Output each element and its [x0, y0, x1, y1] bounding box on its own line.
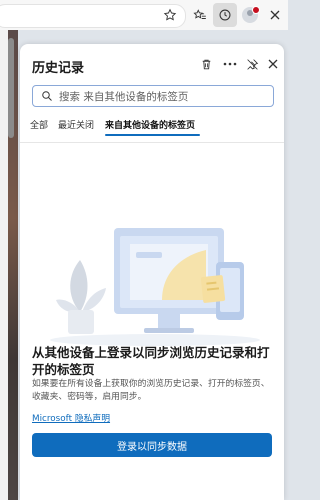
close-icon[interactable] [263, 3, 287, 27]
pin-off-icon[interactable] [242, 54, 262, 74]
sync-devices-illustration [50, 228, 260, 346]
sign-in-to-sync-button[interactable]: 登录以同步数据 [32, 433, 272, 457]
favorites-icon[interactable] [188, 3, 212, 27]
more-icon[interactable] [220, 54, 240, 74]
history-panel: 历史记录 搜索 来自其他设备的标签页 全部 最近关闭 来自其他设备的标签页 从其… [20, 44, 284, 500]
tab-recently-closed[interactable]: 最近关闭 [58, 118, 94, 131]
history-icon[interactable] [213, 3, 237, 27]
profile-avatar[interactable] [238, 3, 262, 27]
search-placeholder: 搜索 来自其他设备的标签页 [59, 91, 189, 103]
active-tab-indicator [105, 134, 200, 136]
privacy-statement-link[interactable]: Microsoft 隐私声明 [32, 411, 110, 424]
empty-state-heading: 从其他设备上登录以同步浏览历史记录和打开的标签页 [32, 345, 270, 377]
browser-toolbar [0, 0, 288, 30]
page-scrollbar[interactable] [8, 38, 14, 138]
tab-other-devices[interactable]: 来自其他设备的标签页 [105, 118, 195, 131]
empty-state-description: 如果要在所有设备上获取你的浏览历史记录、打开的标签页、收藏夹、密码等，启用同步。 [32, 379, 270, 402]
star-outline-icon[interactable] [158, 3, 182, 27]
search-icon [42, 91, 52, 101]
close-icon[interactable] [263, 54, 283, 74]
search-input[interactable]: 搜索 来自其他设备的标签页 [32, 85, 274, 107]
page-scroll-track [0, 30, 8, 500]
panel-title: 历史记录 [32, 61, 85, 76]
tab-all[interactable]: 全部 [30, 118, 48, 131]
trash-icon[interactable] [196, 54, 216, 74]
divider [20, 142, 284, 143]
notification-dot [252, 6, 260, 14]
